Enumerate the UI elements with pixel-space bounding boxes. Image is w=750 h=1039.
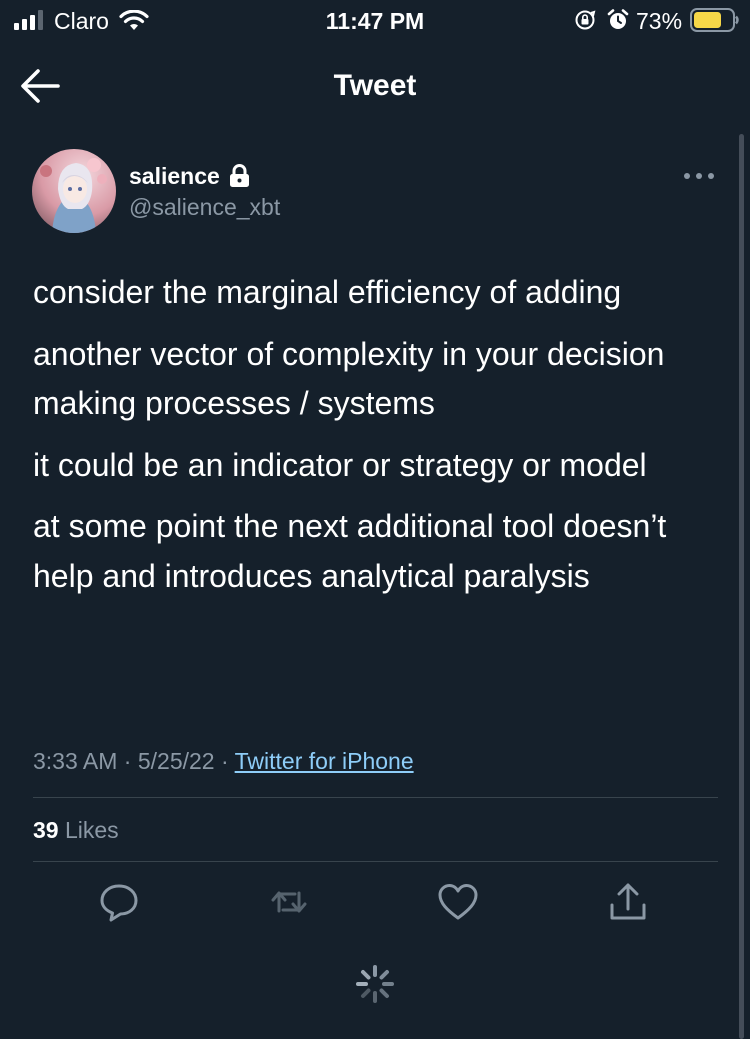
tweet-paragraph: another vector of complexity in your dec… (33, 335, 665, 422)
meta-separator: · (123, 748, 132, 774)
alarm-icon (607, 9, 629, 29)
divider (33, 797, 718, 798)
likes-summary[interactable]: 39 Likes (33, 815, 119, 845)
top-navigation-bar: Tweet (0, 44, 750, 128)
battery-icon (690, 8, 739, 32)
tweet-text: consider the marginal efficiency of addi… (33, 268, 723, 613)
tweet-source-link[interactable]: Twitter for iPhone (235, 748, 414, 774)
share-icon[interactable] (607, 881, 649, 923)
tweet-paragraph: at some point the next additional tool d… (33, 508, 667, 594)
battery-level-fill (694, 12, 721, 28)
author-display-name[interactable]: salience (129, 162, 220, 190)
status-bar: Claro 11:47 PM 73% (0, 0, 750, 44)
retweet-icon[interactable] (268, 881, 310, 923)
page-title: Tweet (333, 69, 417, 102)
scrollbar[interactable] (739, 134, 744, 1039)
meta-separator: · (220, 748, 229, 774)
tweet-paragraph: consider the marginal efficiency of addi… (33, 274, 622, 310)
likes-label: Likes (64, 817, 119, 843)
tweet-time: 3:33 AM (33, 748, 118, 774)
battery-percentage: 73% (636, 8, 683, 34)
divider (33, 861, 718, 862)
heart-icon[interactable] (437, 881, 479, 923)
tweet-metadata: 3:33 AM · 5/25/22 · Twitter for iPhone (33, 746, 414, 776)
spinner-icon (356, 965, 394, 1003)
lock-icon (230, 164, 249, 187)
more-horizontal-icon[interactable] (680, 164, 718, 188)
author-handle[interactable]: @salience_xbt (129, 193, 280, 221)
tweet-date: 5/25/22 (137, 748, 215, 774)
tweet-paragraph: it could be an indicator or strategy or … (33, 446, 647, 483)
likes-count: 39 (33, 817, 59, 843)
rotation-lock-icon (575, 10, 596, 30)
avatar[interactable] (32, 149, 116, 233)
reply-icon[interactable] (98, 881, 140, 923)
